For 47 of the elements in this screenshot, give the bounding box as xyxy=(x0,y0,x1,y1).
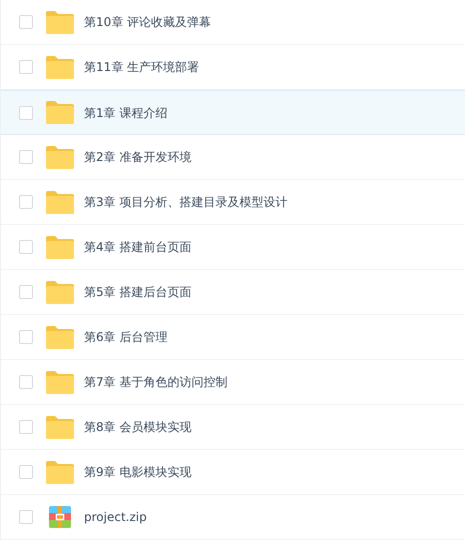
file-row[interactable]: 第1章 课程介绍 xyxy=(1,90,465,135)
checkbox[interactable] xyxy=(19,330,33,344)
file-row[interactable]: 第3章 项目分析、搭建目录及模型设计 xyxy=(1,180,465,225)
file-name[interactable]: 第5章 搭建后台页面 xyxy=(84,283,192,301)
folder-icon xyxy=(46,146,74,168)
file-name[interactable]: 第2章 准备开发环境 xyxy=(84,148,192,166)
checkbox[interactable] xyxy=(19,465,33,479)
file-name[interactable]: 第11章 生产环境部署 xyxy=(84,58,200,76)
file-name[interactable]: 第3章 项目分析、搭建目录及模型设计 xyxy=(84,193,288,211)
folder-icon xyxy=(46,280,74,304)
file-row[interactable]: project.zip xyxy=(1,495,465,540)
folder-icon xyxy=(46,416,74,438)
file-row[interactable]: 第5章 搭建后台页面 xyxy=(1,270,465,315)
folder-icon xyxy=(46,190,74,214)
file-row[interactable]: 第4章 搭建前台页面 xyxy=(1,225,465,270)
folder-icon xyxy=(46,56,74,78)
checkbox[interactable] xyxy=(19,420,33,434)
file-name[interactable]: project.zip xyxy=(84,508,147,526)
file-row[interactable]: 第2章 准备开发环境 xyxy=(1,135,465,180)
checkbox[interactable] xyxy=(19,195,33,209)
folder-icon xyxy=(46,370,74,394)
checkbox[interactable] xyxy=(19,510,33,524)
file-name[interactable]: 第10章 评论收藏及弹幕 xyxy=(84,13,212,31)
folder-icon xyxy=(46,101,74,124)
folder-icon xyxy=(46,460,74,484)
file-name[interactable]: 第8章 会员模块实现 xyxy=(84,418,192,436)
checkbox[interactable] xyxy=(19,285,33,299)
file-name[interactable]: 第4章 搭建前台页面 xyxy=(84,238,192,256)
file-row[interactable]: 第8章 会员模块实现 xyxy=(1,405,465,450)
folder-icon xyxy=(46,10,74,34)
file-name[interactable]: 第6章 后台管理 xyxy=(84,328,168,346)
folder-icon xyxy=(46,236,74,258)
folder-icon xyxy=(46,326,74,348)
file-row[interactable]: 第10章 评论收藏及弹幕 xyxy=(1,0,465,45)
checkbox[interactable] xyxy=(19,240,33,254)
checkbox[interactable] xyxy=(19,15,33,29)
checkbox[interactable] xyxy=(19,375,33,389)
file-row[interactable]: 第7章 基于角色的访问控制 xyxy=(1,360,465,405)
checkbox[interactable] xyxy=(19,150,33,164)
archive-icon xyxy=(49,506,71,528)
file-name[interactable]: 第7章 基于角色的访问控制 xyxy=(84,373,228,391)
file-name[interactable]: 第1章 课程介绍 xyxy=(84,104,168,122)
file-row[interactable]: 第9章 电影模块实现 xyxy=(1,450,465,495)
checkbox[interactable] xyxy=(19,60,33,74)
file-name[interactable]: 第9章 电影模块实现 xyxy=(84,463,192,481)
checkbox[interactable] xyxy=(19,106,33,120)
file-row[interactable]: 第6章 后台管理 xyxy=(1,315,465,360)
